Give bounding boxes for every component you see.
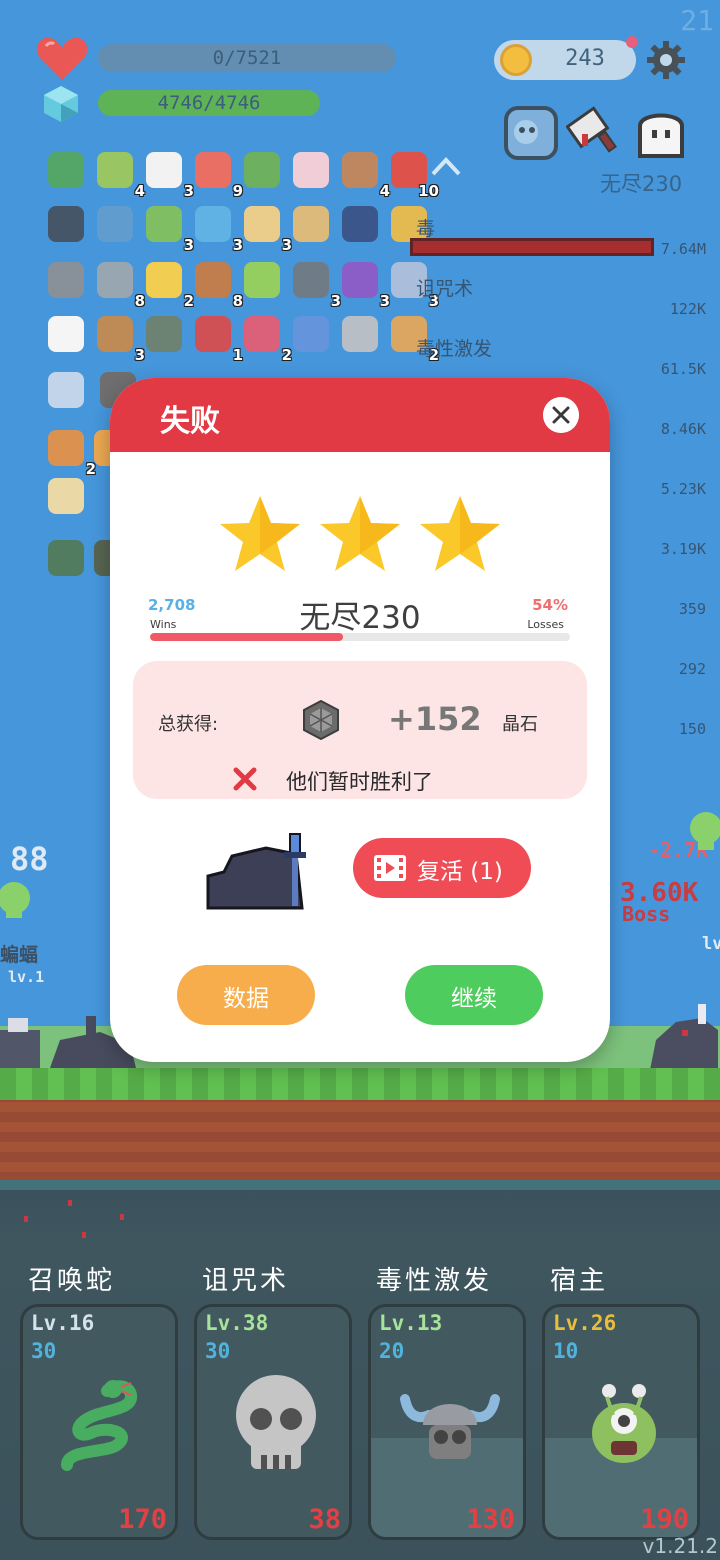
reward-amount: +152: [388, 700, 482, 738]
continue-button[interactable]: 继续: [405, 965, 543, 1025]
reward-unit: 晶石: [502, 714, 538, 735]
revive-label: 复活 (1): [417, 859, 503, 885]
losses-percent: 54%: [532, 596, 568, 614]
crystal-icon: [303, 700, 339, 740]
win-loss-bar: [150, 633, 570, 641]
losses-label: Losses: [527, 618, 564, 631]
win-ratio-fill: [150, 633, 344, 641]
reward-label: 总获得:: [158, 714, 219, 735]
defeat-x-icon: [233, 767, 257, 791]
result-text: 他们暂时胜利了: [286, 770, 433, 794]
video-ad-icon: [374, 855, 406, 881]
star-icon: [320, 496, 400, 571]
data-button-label: 数据: [223, 986, 269, 1012]
dialog-title: 失败: [160, 404, 220, 439]
defeat-dialog: 失败 2,708 Wins 无尽230 54% Losses 总获得: +152…: [110, 378, 610, 1062]
revive-button[interactable]: 复活 (1): [353, 838, 531, 898]
fallen-hero-icon: [206, 833, 306, 910]
close-icon[interactable]: [543, 397, 579, 433]
continue-button-label: 继续: [451, 986, 497, 1012]
data-button[interactable]: 数据: [177, 965, 315, 1025]
star-icon: [420, 496, 500, 571]
star-icon: [220, 496, 300, 571]
